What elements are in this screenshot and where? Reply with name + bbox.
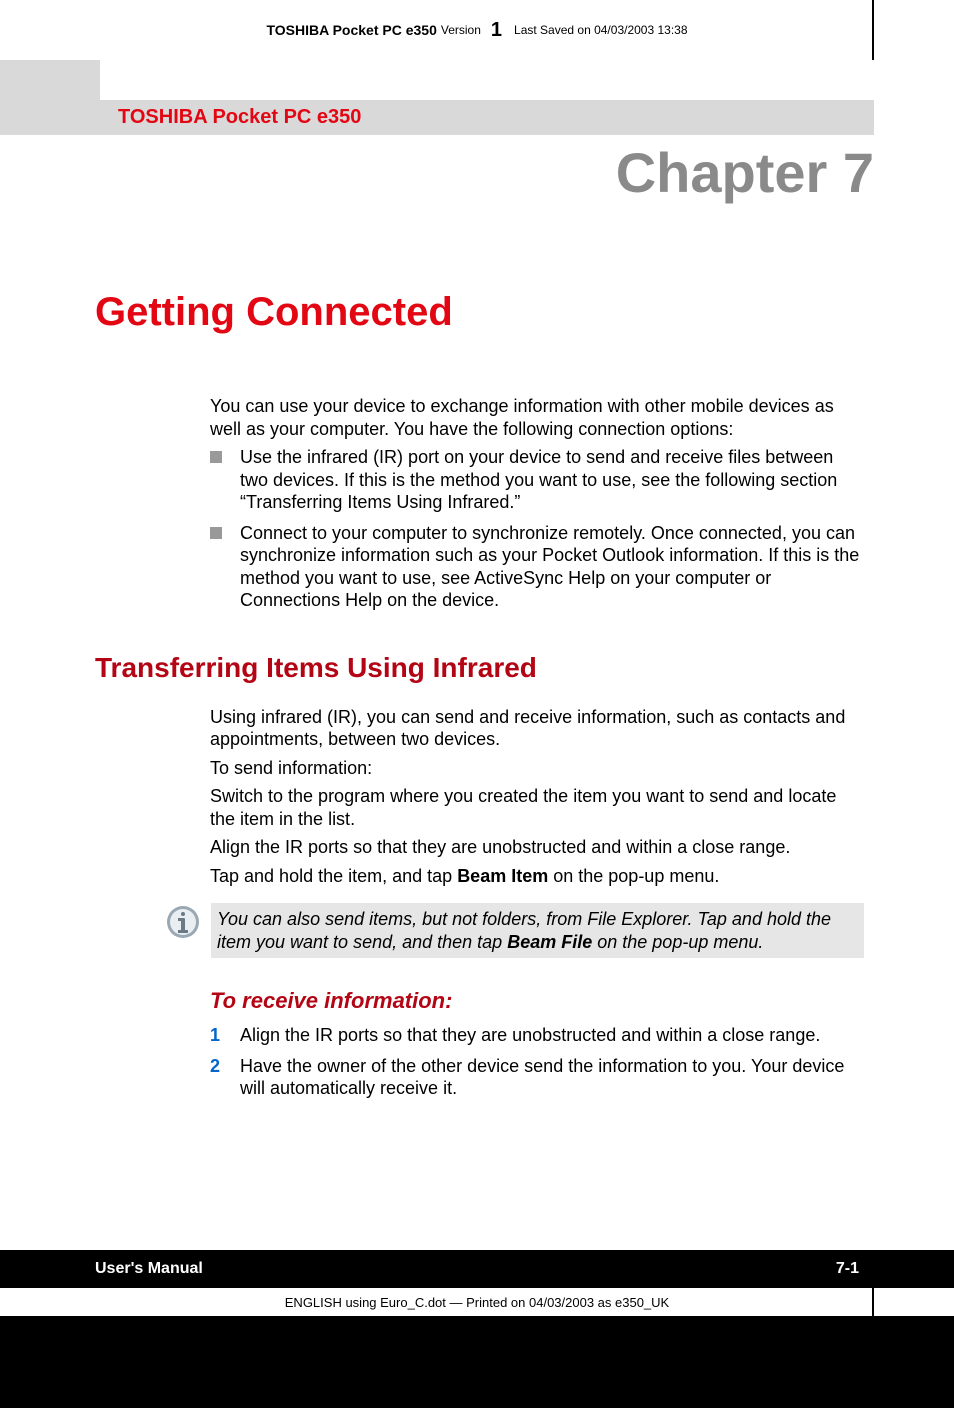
note-box: You can also send items, but not folders… xyxy=(211,903,864,958)
header-version-num: 1 xyxy=(491,19,502,42)
info-icon xyxy=(165,904,201,940)
text-run: Tap and hold the item, and tap xyxy=(210,866,457,886)
step-text: Align the IR ports so that they are unob… xyxy=(240,1024,820,1047)
bullet-list: Use the infrared (IR) port on your devic… xyxy=(210,446,864,612)
header-version-label: Version xyxy=(441,23,481,37)
header-saved: Last Saved on 04/03/2003 13:38 xyxy=(514,23,687,37)
beam-file-label: Beam File xyxy=(507,932,592,952)
beam-item-label: Beam Item xyxy=(457,866,548,886)
paragraph: Tap and hold the item, and tap Beam Item… xyxy=(210,865,864,888)
footer-bar: User's Manual 7-1 xyxy=(0,1250,954,1288)
header-rule xyxy=(872,0,874,60)
bullet-item: Use the infrared (IR) port on your devic… xyxy=(210,446,864,514)
step-text: Have the owner of the other device send … xyxy=(240,1055,864,1100)
list-item: 1 Align the IR ports so that they are un… xyxy=(210,1024,864,1047)
bullet-item: Connect to your computer to synchronize … xyxy=(210,522,864,612)
page-header: TOSHIBA Pocket PC e350 Version 1 Last Sa… xyxy=(0,0,954,60)
intro-block: You can use your device to exchange info… xyxy=(210,395,864,612)
intro-paragraph: You can use your device to exchange info… xyxy=(210,395,864,440)
sub-sub-heading: To receive information: xyxy=(210,988,864,1014)
footer: User's Manual 7-1 xyxy=(0,1250,954,1288)
paragraph: Align the IR ports so that they are unob… xyxy=(210,836,864,859)
list-item: 2 Have the owner of the other device sen… xyxy=(210,1055,864,1100)
header-product: TOSHIBA Pocket PC e350 xyxy=(266,22,436,38)
section-body: Using infrared (IR), you can send and re… xyxy=(210,706,864,888)
band-product: TOSHIBA Pocket PC e350 xyxy=(118,106,361,129)
step-number: 2 xyxy=(210,1055,240,1100)
text-run: on the pop-up menu. xyxy=(548,866,719,886)
section-heading: Transferring Items Using Infrared xyxy=(95,652,864,684)
footer-rule xyxy=(872,1280,874,1320)
step-number: 1 xyxy=(210,1024,240,1047)
grey-band: TOSHIBA Pocket PC e350 xyxy=(100,100,874,135)
numbered-list: 1 Align the IR ports so that they are un… xyxy=(210,1024,864,1100)
note-text: on the pop-up menu. xyxy=(592,932,763,952)
info-note: You can also send items, but not folders… xyxy=(165,903,864,958)
chapter-title: Chapter 7 xyxy=(616,140,874,205)
main-content: Getting Connected You can use your devic… xyxy=(95,290,864,1108)
page-number: 7-1 xyxy=(836,1260,859,1278)
footer-left: User's Manual xyxy=(95,1260,203,1278)
footer-print-line: ENGLISH using Euro_C.dot — Printed on 04… xyxy=(0,1288,954,1316)
page-title: Getting Connected xyxy=(95,290,864,335)
paragraph: To send information: xyxy=(210,757,864,780)
paragraph: Switch to the program where you created … xyxy=(210,785,864,830)
paragraph: Using infrared (IR), you can send and re… xyxy=(210,706,864,751)
grey-band-left xyxy=(0,60,100,135)
